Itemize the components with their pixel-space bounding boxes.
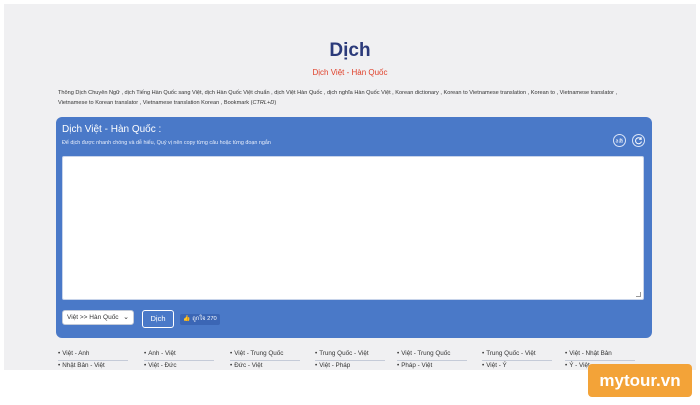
lang-link[interactable]: Trung Quốc - Việt — [482, 350, 535, 357]
lang-link[interactable]: Việt - Trung Quốc — [230, 350, 283, 357]
lang-link[interactable]: Việt - Nhật Bản — [565, 350, 612, 357]
resize-handle[interactable] — [636, 292, 641, 297]
thumbs-up-icon: 👍 — [183, 316, 191, 322]
divider — [482, 360, 552, 361]
divider — [315, 360, 385, 361]
direction-select-value: Việt >> Hàn Quốc — [67, 314, 119, 321]
refresh-icon[interactable] — [632, 134, 645, 147]
translator-panel: Dịch Việt - Hàn Quốc : Để dịch được nhan… — [56, 117, 652, 338]
lang-link[interactable]: Pháp - Việt — [397, 362, 432, 369]
like-count: 270 — [207, 316, 217, 322]
page-title: Dịch — [329, 40, 371, 61]
lang-link[interactable]: Anh - Việt — [144, 350, 176, 357]
source-text-input[interactable] — [62, 156, 644, 300]
description-end: ) — [274, 99, 277, 106]
language-row: Việt - Anh Anh - Việt Việt - Trung Quốc … — [58, 350, 658, 362]
divider — [230, 360, 300, 361]
lang-link[interactable]: Việt - Pháp — [315, 362, 350, 369]
page-description: Thông Dịch Chuyên Ngữ , dịch Tiếng Hàn Q… — [58, 89, 638, 108]
lang-link[interactable]: Việt - Trung Quốc — [397, 350, 450, 357]
chevron-down-icon: ⌄ — [123, 314, 129, 321]
language-pair-links: Việt - Anh Anh - Việt Việt - Trung Quốc … — [58, 350, 658, 370]
divider — [144, 360, 214, 361]
translate-button[interactable]: Dịch — [142, 310, 174, 328]
bookmark-shortcut: CTRL+D — [252, 99, 275, 106]
divider — [58, 360, 128, 361]
divider — [565, 360, 635, 361]
svg-text:aあ: aあ — [615, 139, 623, 145]
translator-hint: Để dịch được nhanh chóng và dễ hiểu, Quý… — [62, 140, 271, 146]
lang-link[interactable]: Việt - Đức — [144, 362, 176, 369]
divider — [397, 360, 467, 361]
lang-link[interactable]: Nhật Bản - Việt — [58, 362, 105, 369]
lang-link[interactable]: Việt - Ý — [482, 362, 507, 369]
mytour-logo: mytour.vn — [588, 364, 692, 397]
description-text: Thông Dịch Chuyên Ngữ , dịch Tiếng Hàn Q… — [58, 90, 618, 106]
lang-link[interactable]: Ý - Việt — [565, 362, 590, 369]
translator-title: Dịch Việt - Hàn Quốc : — [62, 124, 162, 135]
like-label: ถูกใจ — [192, 316, 206, 322]
lang-link[interactable]: Đức - Việt — [230, 362, 262, 369]
lang-link[interactable]: Việt - Anh — [58, 350, 89, 357]
direction-select[interactable]: Việt >> Hàn Quốc ⌄ — [62, 310, 134, 325]
language-row: Nhật Bản - Việt Việt - Đức Đức - Việt Vi… — [58, 362, 658, 370]
page-subtitle: Dịch Việt - Hàn Quốc — [312, 68, 388, 77]
translate-icon[interactable]: aあ — [613, 134, 626, 147]
page-content: Dịch Dịch Việt - Hàn Quốc Thông Dịch Chu… — [4, 4, 696, 370]
like-button[interactable]: 👍 ถูกใจ 270 — [180, 314, 220, 325]
lang-link[interactable]: Trung Quốc - Việt — [315, 350, 368, 357]
